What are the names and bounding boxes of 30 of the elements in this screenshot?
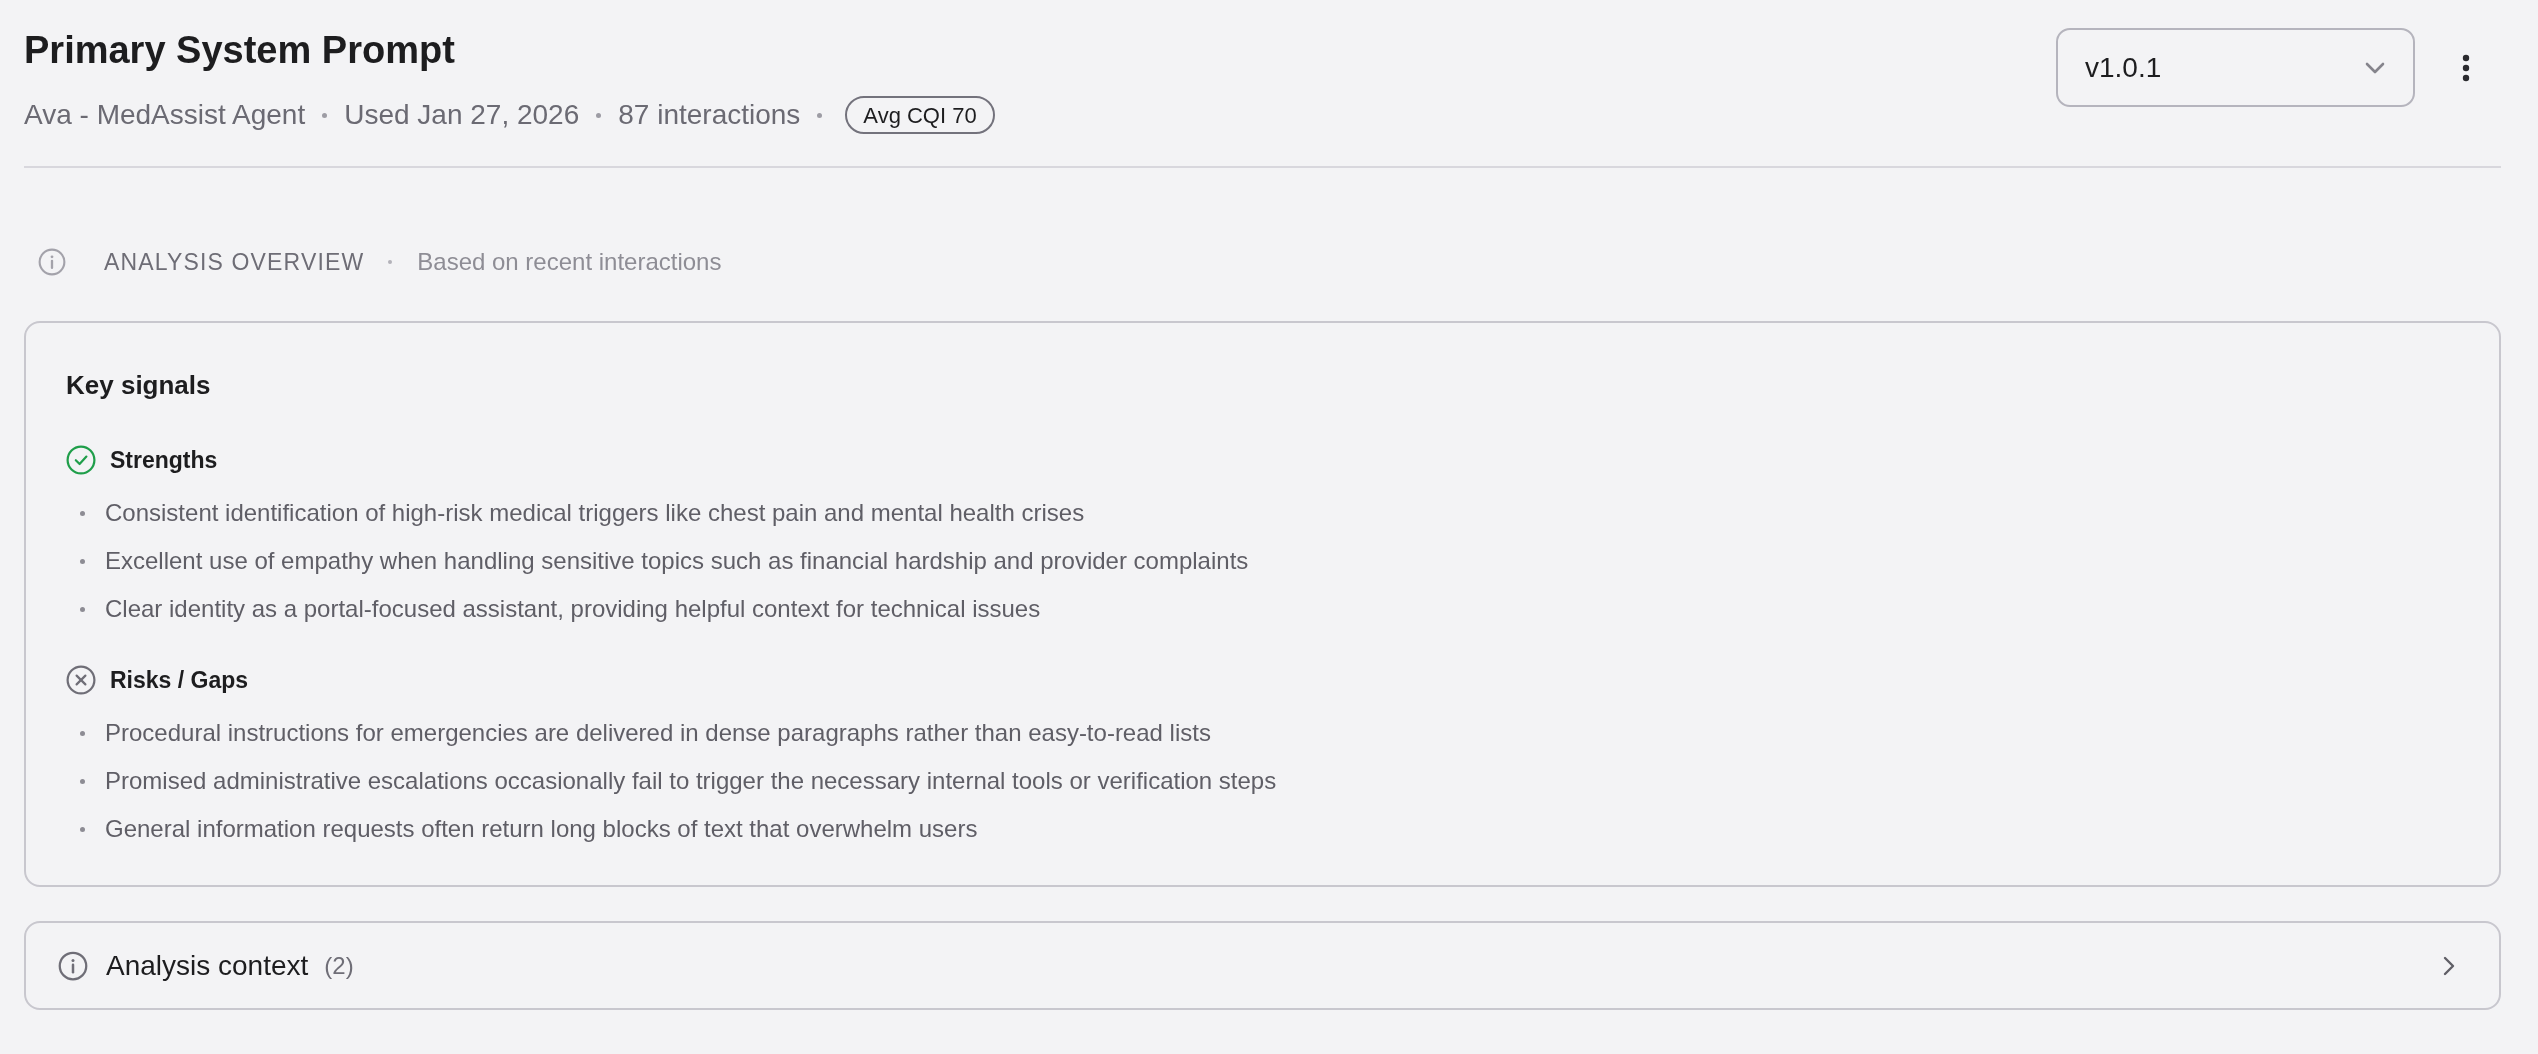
meta-text: Ava - MedAssist Agent: [24, 98, 306, 132]
list-item-text: Clear identity as a portal-focused assistant, providing helpful context for technical issues: [105, 594, 1041, 624]
page-title: Primary System Prompt: [24, 28, 456, 72]
bullet-icon: [80, 826, 85, 832]
bullet-icon: [80, 730, 85, 736]
chevron-down-icon: [2365, 61, 2385, 74]
group-heading: Risks / Gaps: [110, 665, 249, 695]
section-note: Based on recent interactions: [417, 247, 722, 277]
section-label: ANALYSIS OVERVIEW: [104, 247, 365, 277]
more-options-icon[interactable]: [2462, 53, 2470, 82]
list-item-text: Excellent use of empathy when handling sensitive topics such as financial hardship and provider complaints: [105, 546, 1249, 576]
bullet-icon: [80, 778, 85, 784]
list-item-text: General information requests often return long blocks of text that overwhelm users: [105, 814, 978, 844]
list-item-text: Consistent identification of high-risk medical triggers like chest pain and mental health crises: [105, 498, 1085, 528]
card-title: Key signals: [66, 369, 212, 402]
group-heading: Strengths: [110, 445, 218, 475]
version-select[interactable]: v1.0.1: [2056, 28, 2415, 107]
info-icon: [38, 248, 66, 276]
bullet-icon: [80, 606, 85, 612]
analysis-context-toggle[interactable]: Analysis context (2): [24, 921, 2501, 1010]
bullet-icon: [80, 558, 85, 564]
cqi-badge: Avg CQI 70: [845, 96, 995, 134]
bullet-icon: [80, 510, 85, 516]
meta-text: 87 interactions: [618, 98, 801, 132]
info-icon: [58, 950, 88, 981]
meta-text: Used Jan 27, 2026: [344, 98, 580, 132]
check-circle-icon: [66, 445, 96, 475]
list-item-text: Promised administrative escalations occasionally fail to trigger the necessary internal tools or verification steps: [105, 766, 1277, 796]
list-item-text: Procedural instructions for emergencies are delivered in dense paragraphs rather than easy-to-read lists: [105, 718, 1211, 748]
x-circle-icon: [66, 665, 96, 695]
